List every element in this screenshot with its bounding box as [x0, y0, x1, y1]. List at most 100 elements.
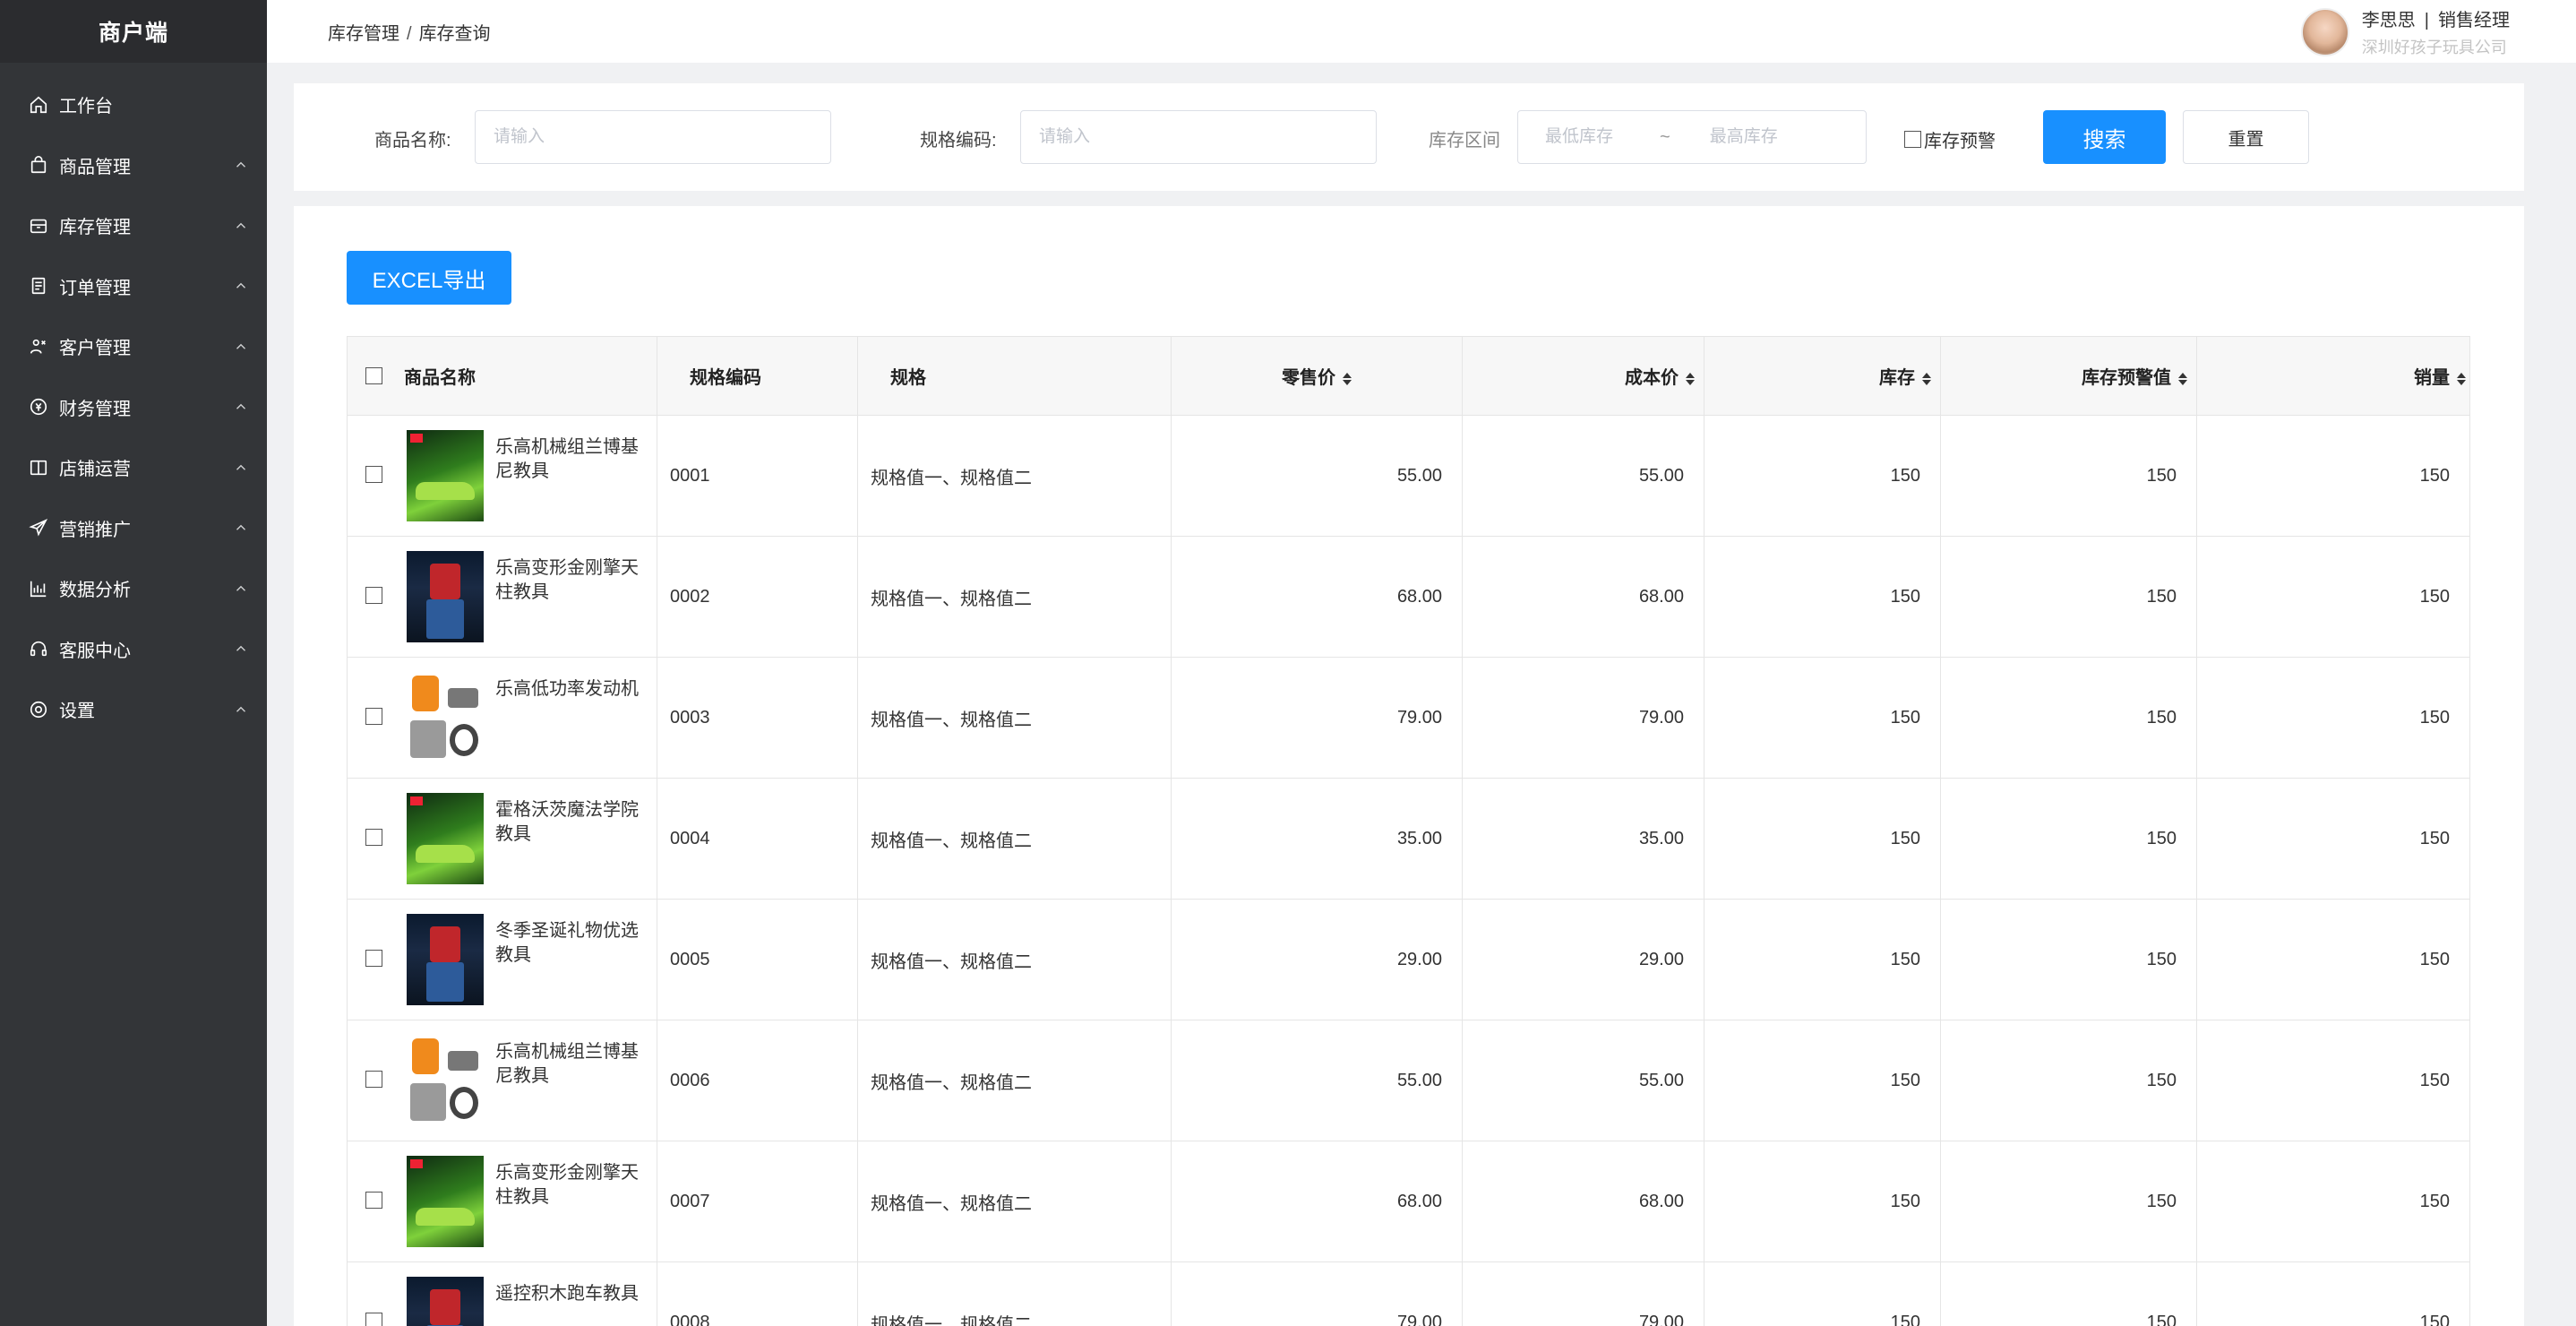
col-stock-warning[interactable]: 库存预警值: [1940, 336, 2197, 416]
cell-spec-code: 0006: [657, 1020, 858, 1141]
cell-product: 乐高变形金刚擎天柱教具: [347, 1141, 657, 1262]
cell-sales: 150: [2196, 1261, 2470, 1326]
product-name[interactable]: 乐高机械组兰博基尼教具: [495, 430, 639, 484]
breadcrumb-item-inventory[interactable]: 库存管理: [328, 24, 399, 44]
cell-cost-price: 55.00: [1462, 1020, 1704, 1141]
cell-sales: 150: [2196, 778, 2470, 900]
settings-icon: [29, 700, 48, 719]
col-retail-price[interactable]: 零售价: [1171, 336, 1463, 416]
product-name[interactable]: 乐高变形金刚擎天柱教具: [495, 551, 639, 605]
product-thumbnail[interactable]: [407, 1156, 484, 1247]
sort-icon[interactable]: [1686, 372, 1695, 386]
product-name[interactable]: 乐高机械组兰博基尼教具: [495, 1035, 639, 1089]
product-name[interactable]: 霍格沃茨魔法学院教具: [495, 793, 639, 847]
select-all-checkbox[interactable]: [365, 367, 382, 384]
reset-button[interactable]: 重置: [2183, 110, 2309, 164]
chevron-up-icon: [233, 702, 249, 718]
sidebar-item-products[interactable]: 商品管理: [0, 135, 267, 196]
sidebar-item-service[interactable]: 客服中心: [0, 619, 267, 680]
top-header: 库存管理 / 库存查询 李思思 | 销售经理 深圳好孩子玩具公司: [267, 0, 2576, 63]
row-checkbox[interactable]: [365, 1192, 382, 1209]
send-icon: [29, 518, 48, 538]
chevron-up-icon: [233, 339, 249, 355]
cell-stock: 150: [1704, 657, 1941, 779]
cell-product: 冬季圣诞礼物优选教具: [347, 899, 657, 1020]
table-row[interactable]: 霍格沃茨魔法学院教具 0004 规格值一、规格值二 35.00 35.00 150 150 1…: [347, 778, 2470, 900]
checkbox-icon[interactable]: [1904, 131, 1921, 148]
product-thumbnail[interactable]: [407, 430, 484, 521]
cell-product: 遥控积木跑车教具: [347, 1261, 657, 1326]
product-thumbnail[interactable]: [407, 551, 484, 642]
min-stock-input[interactable]: [1518, 127, 1653, 147]
cell-stock: 150: [1704, 1141, 1941, 1262]
cell-retail-price: 55.00: [1171, 1020, 1463, 1141]
box-icon: [29, 216, 48, 236]
inventory-table: 商品名称 规格编码 规格 零售价 成本价 库存 库存预警值 销量 乐高机械组兰博…: [347, 336, 2470, 1326]
product-name[interactable]: 遥控积木跑车教具: [495, 1277, 639, 1306]
sidebar-item-store-ops[interactable]: 店铺运营: [0, 437, 267, 498]
cell-spec-code: 0003: [657, 657, 858, 779]
table-row[interactable]: 遥控积木跑车教具 0008 规格值一、规格值二 79.00 79.00 150 150 150: [347, 1261, 2470, 1326]
sidebar-item-inventory[interactable]: 库存管理: [0, 195, 267, 256]
row-checkbox[interactable]: [365, 587, 382, 604]
col-sales[interactable]: 销量: [2196, 336, 2470, 416]
breadcrumb: 库存管理 / 库存查询: [328, 19, 491, 45]
col-stock[interactable]: 库存: [1704, 336, 1941, 416]
max-stock-input[interactable]: [1682, 127, 1817, 147]
sidebar-item-workbench[interactable]: 工作台: [0, 74, 267, 135]
table-row[interactable]: 冬季圣诞礼物优选教具 0005 规格值一、规格值二 29.00 29.00 150 150 1…: [347, 899, 2470, 1020]
sidebar-item-marketing[interactable]: 营销推广: [0, 498, 267, 559]
product-thumbnail[interactable]: [407, 1277, 484, 1326]
cell-spec: 规格值一、规格值二: [857, 1020, 1172, 1141]
row-checkbox[interactable]: [365, 466, 382, 483]
table-row[interactable]: 乐高变形金刚擎天柱教具 0002 规格值一、规格值二 68.00 68.00 150 150…: [347, 536, 2470, 658]
user-name: 李思思: [2361, 11, 2416, 30]
spec-code-input[interactable]: [1020, 110, 1377, 164]
product-thumbnail[interactable]: [407, 1035, 484, 1126]
col-cost-price[interactable]: 成本价: [1462, 336, 1704, 416]
product-name[interactable]: 乐高低功率发动机: [495, 672, 639, 702]
row-checkbox[interactable]: [365, 708, 382, 725]
sort-icon[interactable]: [1922, 372, 1931, 386]
cell-stock: 150: [1704, 899, 1941, 1020]
sidebar-item-finance[interactable]: 财务管理: [0, 377, 267, 438]
cell-sales: 150: [2196, 657, 2470, 779]
table-row[interactable]: 乐高变形金刚擎天柱教具 0007 规格值一、规格值二 68.00 68.00 150 150…: [347, 1141, 2470, 1262]
row-checkbox[interactable]: [365, 829, 382, 846]
product-name[interactable]: 乐高变形金刚擎天柱教具: [495, 1156, 639, 1210]
product-name-input[interactable]: [475, 110, 831, 164]
product-thumbnail[interactable]: [407, 672, 484, 763]
table-row[interactable]: 乐高机械组兰博基尼教具 0001 规格值一、规格值二 55.00 55.00 150 150…: [347, 415, 2470, 537]
stock-warning-label: 库存预警: [1924, 132, 1996, 151]
sort-icon[interactable]: [2178, 372, 2187, 386]
col-label: 规格: [890, 368, 926, 388]
cell-spec-code: 0008: [657, 1261, 858, 1326]
sidebar-item-analytics[interactable]: 数据分析: [0, 558, 267, 619]
table-row[interactable]: 乐高机械组兰博基尼教具 0006 规格值一、规格值二 55.00 55.00 150 150…: [347, 1020, 2470, 1141]
cell-sales: 150: [2196, 1141, 2470, 1262]
col-label: 库存预警值: [2082, 368, 2171, 388]
excel-export-button[interactable]: EXCEL导出: [347, 251, 511, 305]
search-button[interactable]: 搜索: [2043, 110, 2166, 164]
cell-stock-warning: 150: [1940, 1141, 2197, 1262]
avatar[interactable]: [2300, 7, 2349, 56]
table-row[interactable]: 乐高低功率发动机 0003 规格值一、规格值二 79.00 79.00 150 150 150: [347, 657, 2470, 779]
sidebar-item-label: 财务管理: [59, 399, 131, 419]
sidebar-item-settings[interactable]: 设置: [0, 679, 267, 740]
sort-icon[interactable]: [2457, 372, 2466, 386]
chevron-up-icon: [233, 278, 249, 294]
stock-warning-checkbox[interactable]: 库存预警: [1904, 126, 1996, 152]
user-info: 李思思 | 销售经理 深圳好孩子玩具公司: [2362, 5, 2510, 58]
sort-icon[interactable]: [1343, 372, 1352, 386]
sidebar-item-customers[interactable]: 客户管理: [0, 316, 267, 377]
product-thumbnail[interactable]: [407, 914, 484, 1005]
product-thumbnail[interactable]: [407, 793, 484, 884]
sidebar-item-label: 订单管理: [59, 278, 131, 298]
row-checkbox[interactable]: [365, 950, 382, 967]
user-profile[interactable]: 李思思 | 销售经理 深圳好孩子玩具公司: [2300, 5, 2510, 58]
row-checkbox[interactable]: [365, 1313, 382, 1326]
product-name[interactable]: 冬季圣诞礼物优选教具: [495, 914, 639, 968]
sidebar-item-orders[interactable]: 订单管理: [0, 256, 267, 317]
col-label: 零售价: [1282, 368, 1335, 388]
row-checkbox[interactable]: [365, 1071, 382, 1088]
